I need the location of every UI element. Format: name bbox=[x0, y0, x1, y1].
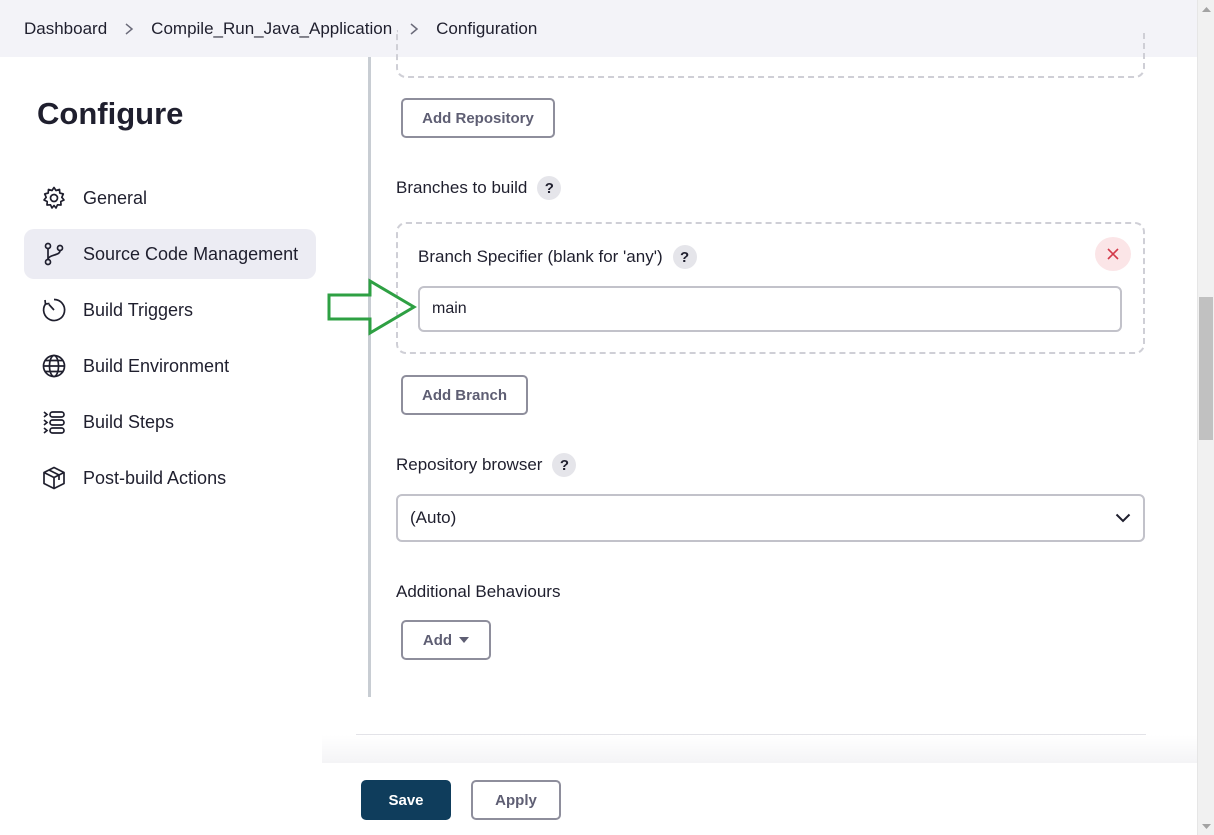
clock-icon bbox=[40, 296, 68, 324]
sidebar-item-build-steps[interactable]: Build Steps bbox=[24, 397, 316, 447]
sidebar-item-post-build-actions[interactable]: Post-build Actions bbox=[24, 453, 316, 503]
globe-icon bbox=[40, 352, 68, 380]
scroll-down-arrow-icon[interactable] bbox=[1198, 818, 1214, 835]
help-icon[interactable]: ? bbox=[552, 453, 577, 477]
caret-down-icon bbox=[459, 637, 470, 643]
breadcrumb-dashboard[interactable]: Dashboard bbox=[24, 19, 107, 39]
sidebar-item-source-code-management[interactable]: Source Code Management bbox=[24, 229, 316, 279]
scroll-up-arrow-icon[interactable] bbox=[1198, 0, 1214, 17]
branches-to-build-label: Branches to build ? bbox=[396, 176, 562, 200]
add-button-label: Add bbox=[422, 631, 453, 649]
add-branch-button[interactable]: Add Branch bbox=[401, 375, 528, 415]
repository-browser-text: Repository browser bbox=[396, 455, 543, 474]
annotation-arrow-icon bbox=[327, 278, 417, 336]
sidebar-item-label: Build Triggers bbox=[83, 299, 194, 320]
package-icon bbox=[40, 464, 68, 492]
sidebar-item-build-environment[interactable]: Build Environment bbox=[24, 341, 316, 391]
chevron-right-icon bbox=[123, 22, 135, 35]
help-icon[interactable]: ? bbox=[672, 245, 697, 269]
branch-specifier-input[interactable] bbox=[418, 286, 1122, 332]
sidebar-nav: General Source Code Management Build Tri… bbox=[24, 173, 316, 509]
section-divider bbox=[368, 57, 371, 697]
scrollbar-thumb[interactable] bbox=[1199, 297, 1213, 440]
sidebar-item-build-triggers[interactable]: Build Triggers bbox=[24, 285, 316, 335]
apply-button[interactable]: Apply bbox=[471, 780, 561, 820]
repository-box bbox=[396, 30, 1145, 78]
sidebar-item-label: Post-build Actions bbox=[83, 467, 227, 488]
list-steps-icon bbox=[40, 408, 68, 436]
branch-specifier-text: Branch Specifier (blank for 'any') bbox=[418, 247, 663, 266]
additional-behaviours-label: Additional Behaviours bbox=[396, 580, 560, 604]
git-branch-icon bbox=[40, 240, 68, 268]
help-icon[interactable]: ? bbox=[537, 176, 562, 200]
repository-browser-select[interactable]: (Auto) bbox=[396, 494, 1145, 542]
gear-icon bbox=[40, 184, 68, 212]
sidebar-item-label: General bbox=[83, 187, 148, 208]
delete-branch-button[interactable] bbox=[1095, 237, 1131, 271]
sidebar-item-label: Build Steps bbox=[83, 411, 175, 432]
page-title: Configure bbox=[37, 96, 184, 131]
sidebar-item-label: Source Code Management bbox=[83, 243, 299, 264]
add-repository-button[interactable]: Add Repository bbox=[401, 98, 555, 138]
close-icon bbox=[1107, 248, 1119, 260]
vertical-scrollbar[interactable] bbox=[1197, 0, 1214, 835]
chevron-down-icon bbox=[1115, 513, 1131, 523]
bottom-bar-shadow bbox=[322, 735, 1197, 763]
save-button[interactable]: Save bbox=[361, 780, 451, 820]
sidebar-item-general[interactable]: General bbox=[24, 173, 316, 223]
branches-to-build-text: Branches to build bbox=[396, 178, 528, 197]
additional-behaviours-text: Additional Behaviours bbox=[396, 582, 561, 601]
breadcrumb-project[interactable]: Compile_Run_Java_Application bbox=[151, 19, 392, 39]
branch-specifier-label: Branch Specifier (blank for 'any') ? bbox=[418, 245, 697, 269]
repository-browser-label: Repository browser ? bbox=[396, 453, 577, 477]
select-value: (Auto) bbox=[410, 508, 457, 527]
sidebar-item-label: Build Environment bbox=[83, 355, 230, 376]
add-behaviour-button[interactable]: Add bbox=[401, 620, 491, 660]
